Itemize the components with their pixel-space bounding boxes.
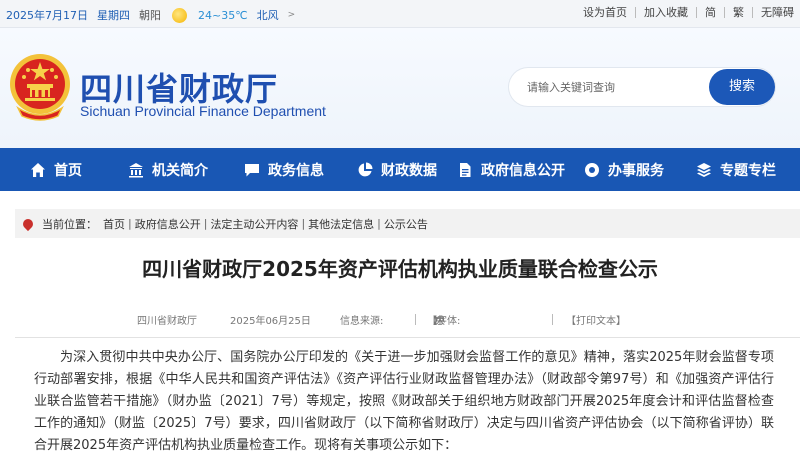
location-pin-icon [20, 216, 36, 231]
building-icon [129, 162, 143, 177]
simplified-chinese-link[interactable]: 简 [696, 7, 724, 18]
article-meta: 四川省财政厅 2025年06月25日 信息来源: 【字体: 大中小】 【打印文本】 [0, 312, 800, 328]
set-homepage-link[interactable]: 设为首页 [575, 7, 635, 18]
main-nav: 首页 机关简介 政务信息 财政数据 政府信息公开 办事服务 专题专栏 [0, 148, 800, 191]
font-size-close: 】 [433, 316, 443, 327]
weather-more-icon[interactable]: > [288, 10, 296, 20]
nav-item-label: 政府信息公开 [481, 162, 565, 179]
nav-item-label: 首页 [54, 162, 82, 179]
sun-icon [172, 7, 187, 23]
search-input[interactable] [527, 68, 707, 106]
current-date: 2025年7月17日 [6, 9, 88, 22]
breadcrumb-other-info-link[interactable]: 其他法定信息 [308, 216, 374, 232]
document-icon [460, 162, 471, 177]
article-title: 四川省财政厅2025年资产评估机构执业质量联合检查公示 [142, 257, 658, 281]
nav-item-about[interactable]: 机关简介 [128, 148, 208, 191]
nav-item-data[interactable]: 财政数据 [357, 148, 437, 191]
nav-item-news[interactable]: 政务信息 [244, 148, 324, 191]
weekday: 星期四 [97, 9, 130, 22]
wind: 北风 [256, 9, 279, 22]
top-links: 设为首页 加入收藏 简 繁 无障碍 [575, 7, 794, 18]
layers-icon [697, 162, 711, 177]
nav-item-home[interactable]: 首页 [30, 148, 82, 191]
print-button[interactable]: 【打印文本】 [566, 312, 626, 327]
nav-item-topics[interactable]: 专题专栏 [696, 148, 776, 191]
breadcrumb-notices-link[interactable]: 公示公告 [384, 216, 428, 232]
nav-item-label: 专题专栏 [720, 162, 776, 179]
nav-item-label: 财政数据 [381, 162, 437, 179]
breadcrumb-disclosure-link[interactable]: 政府信息公开 [135, 216, 201, 232]
search-button[interactable]: 搜索 [709, 69, 775, 105]
chart-icon [358, 162, 373, 176]
top-strip: 2025年7月17日 星期四 朝阳 24~35℃ 北风 > 设为首页 加入收藏 … [0, 0, 800, 28]
breadcrumb-mandatory-link[interactable]: 法定主动公开内容 [210, 216, 298, 232]
article-paragraph: 为深入贯彻中共中央办公厅、国务院办公厅印发的《关于进一步加强财会监督工作的意见》… [34, 350, 774, 453]
add-favorite-link[interactable]: 加入收藏 [635, 7, 696, 18]
site-subtitle: Sichuan Provincial Finance Department [80, 103, 326, 119]
breadcrumb-home-link[interactable]: 首页 [103, 216, 125, 232]
divider [15, 337, 800, 338]
temperature: 24~35℃ [198, 8, 248, 22]
article-source: 四川省财政厅 [137, 316, 197, 327]
nav-item-disclosure[interactable]: 政府信息公开 [457, 148, 565, 191]
nav-item-label: 办事服务 [608, 162, 664, 179]
date-weather: 2025年7月17日 星期四 朝阳 24~35℃ 北风 > [6, 7, 295, 23]
accessibility-link[interactable]: 无障碍 [752, 7, 794, 18]
nav-item-label: 机关简介 [152, 162, 208, 179]
breadcrumb-label: 当前位置： [42, 217, 97, 231]
home-icon [31, 162, 45, 177]
traditional-chinese-link[interactable]: 繁 [724, 7, 752, 18]
breadcrumb: 当前位置： 首页 | 政府信息公开 | 法定主动公开内容 | 其他法定信息 | … [15, 209, 800, 238]
nav-item-services[interactable]: 办事服务 [584, 148, 664, 191]
service-icon [585, 162, 599, 177]
site-header: 四川省财政厅 Sichuan Provincial Finance Depart… [0, 28, 800, 148]
national-emblem-icon [10, 54, 70, 121]
nav-item-label: 政务信息 [268, 162, 324, 179]
weather-location: 朝阳 [139, 9, 161, 22]
search-box: 搜索 [509, 68, 775, 106]
article-date: 2025年06月25日 [230, 316, 311, 327]
chat-icon [245, 163, 259, 176]
info-source-label: 信息来源: [340, 316, 384, 327]
